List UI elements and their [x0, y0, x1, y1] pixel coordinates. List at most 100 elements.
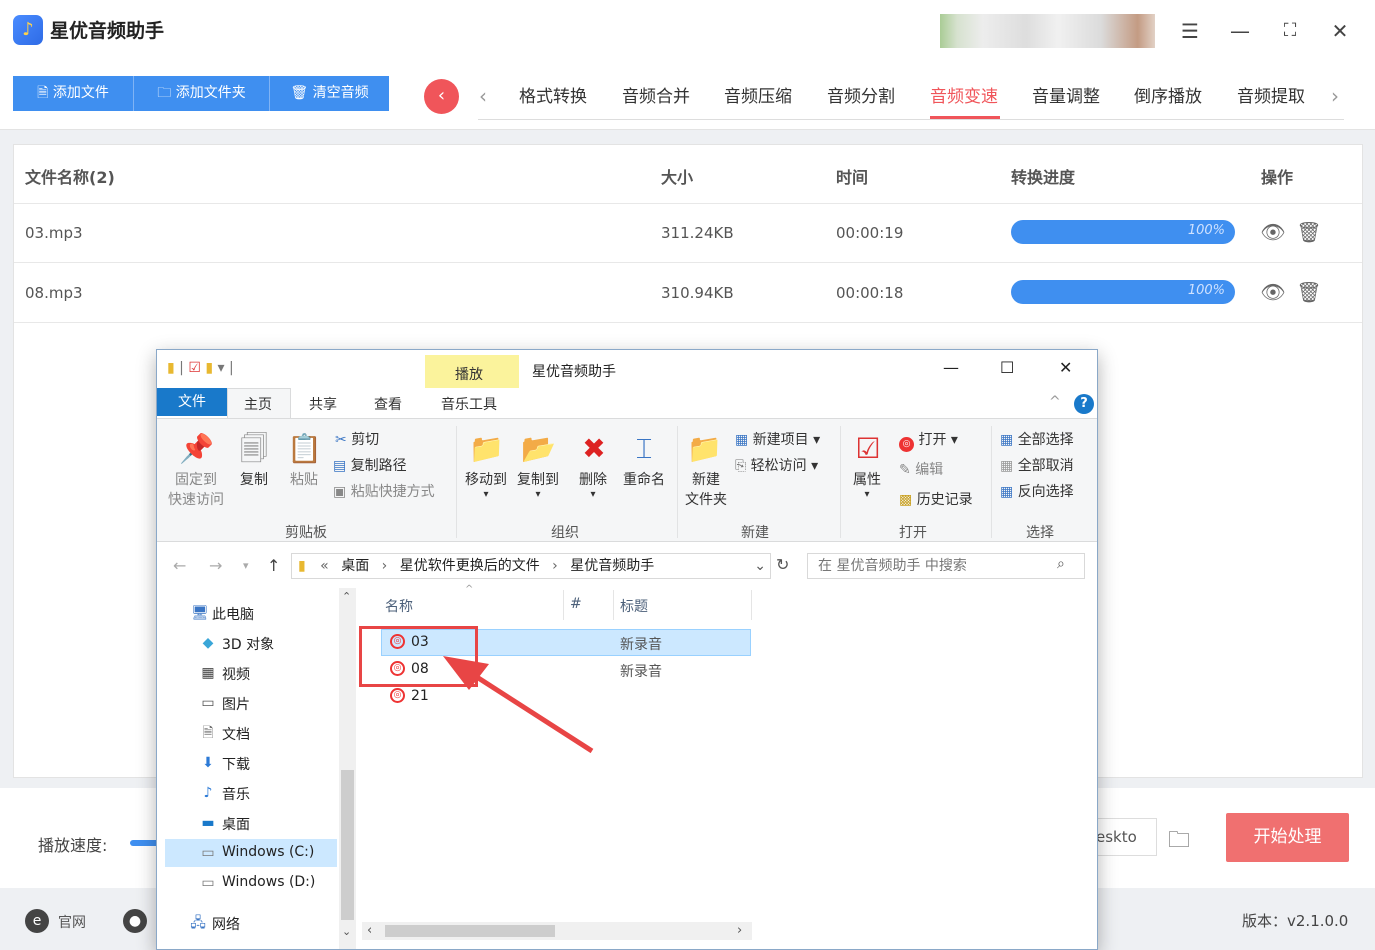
minimize-icon[interactable]: —	[1227, 18, 1253, 44]
scroll-right-icon[interactable]: ›	[737, 923, 742, 938]
preview-eye-icon[interactable]: 👁	[1260, 219, 1286, 245]
new-item-button[interactable]: ▦ 新建项目 ▾	[735, 429, 820, 449]
avatar[interactable]	[940, 14, 1155, 48]
tab-share[interactable]: 共享	[309, 394, 337, 414]
tab-format-convert[interactable]: 格式转换	[519, 82, 587, 107]
refresh-icon[interactable]: ↻	[776, 555, 789, 574]
horizontal-scrollbar-thumb[interactable]	[385, 925, 555, 937]
delete-trash-icon[interactable]: 🗑	[1296, 219, 1322, 245]
nav-scrollbar-thumb[interactable]	[341, 770, 354, 920]
nav-downloads[interactable]: 下载	[222, 754, 250, 774]
nav-pictures[interactable]: 图片	[222, 694, 250, 714]
tabs-scroll-left-icon[interactable]: ‹	[479, 84, 487, 108]
move-to-button[interactable]: 移动到 ▾	[461, 470, 511, 500]
up-arrow-icon[interactable]: ↑	[267, 556, 280, 575]
website-link[interactable]: 官网	[58, 912, 86, 932]
header-filename: 文件名称(2)	[25, 168, 115, 187]
start-button[interactable]: 开始处理	[1226, 813, 1349, 862]
tab-view[interactable]: 查看	[374, 394, 402, 414]
tab-audio-extract[interactable]: 音频提取	[1237, 82, 1305, 107]
help-icon[interactable]: ?	[1074, 394, 1094, 414]
settings-sliders-icon[interactable]: ☰	[1177, 18, 1203, 44]
website-icon[interactable]: e	[25, 909, 49, 933]
chevron-right-icon: ›	[552, 558, 558, 574]
scroll-up-icon[interactable]: ⌃	[342, 590, 351, 603]
nav-network[interactable]: 网络	[212, 914, 240, 934]
history-button[interactable]: ▩ 历史记录	[899, 489, 973, 509]
paste-shortcut-button[interactable]: ▣ 粘贴快捷方式	[333, 481, 435, 501]
address-bar[interactable]: ▮ « 桌面 › 星优软件更换后的文件 › 星优音频助手 ⌄	[291, 553, 771, 579]
breadcrumb-folder[interactable]: 星优软件更换后的文件	[400, 558, 540, 574]
close-icon[interactable]: ✕	[1327, 18, 1353, 44]
breadcrumb-current[interactable]: 星优音频助手	[570, 558, 654, 574]
easy-access-button[interactable]: ⎘ 轻松访问 ▾	[735, 455, 818, 475]
preview-eye-icon[interactable]: 👁	[1260, 279, 1286, 305]
scroll-left-icon[interactable]: ‹	[367, 923, 372, 938]
tab-audio-compress[interactable]: 音频压缩	[724, 82, 792, 107]
nav-3d-objects[interactable]: 3D 对象	[222, 634, 274, 654]
paste-button[interactable]: 粘贴	[287, 470, 321, 490]
tab-audio-speed[interactable]: 音频变速	[930, 82, 998, 107]
copy-path-button[interactable]: ▤ 复制路径	[333, 455, 407, 475]
back-arrow-button[interactable]: ‹	[424, 79, 459, 114]
edit-button[interactable]: ✎ 编辑	[899, 459, 943, 479]
nav-desktop[interactable]: 桌面	[222, 814, 250, 834]
nav-music[interactable]: 音乐	[222, 784, 250, 804]
file-name[interactable]: 21	[411, 688, 429, 704]
row-1-progress-bar: 100%	[1011, 220, 1235, 244]
delete-trash-icon[interactable]: 🗑	[1296, 279, 1322, 305]
quick-access-toolbar[interactable]: ▮ | ☑ ▮ ▾ |	[167, 360, 234, 376]
copy-button[interactable]: 复制	[237, 470, 271, 490]
nav-this-pc[interactable]: 此电脑	[212, 604, 254, 624]
chevron-down-icon[interactable]: ⌄	[754, 554, 766, 578]
select-all-button[interactable]: ▦ 全部选择	[1000, 429, 1074, 449]
invert-selection-button[interactable]: ▦ 反向选择	[1000, 481, 1074, 501]
close-icon[interactable]: ✕	[1059, 358, 1072, 377]
nav-videos[interactable]: 视频	[222, 664, 250, 684]
cut-button[interactable]: ✂ 剪切	[335, 429, 379, 449]
tab-volume-adjust[interactable]: 音量调整	[1032, 82, 1100, 107]
new-folder-button[interactable]: 新建 文件夹	[681, 470, 731, 510]
tab-home[interactable]: 主页	[244, 394, 272, 414]
video-icon: ▦	[201, 665, 215, 681]
column-name[interactable]: 名称	[385, 596, 413, 616]
recent-dropdown-icon[interactable]: ▾	[243, 559, 249, 572]
open-button[interactable]: ◎ 打开 ▾	[899, 429, 958, 452]
clear-audio-button[interactable]: 🗑 清空音频	[270, 76, 389, 111]
column-number[interactable]: #	[570, 596, 582, 612]
add-folder-button[interactable]: 🗀 添加文件夹	[134, 76, 269, 111]
delete-button[interactable]: 删除 ▾	[575, 470, 611, 500]
collapse-ribbon-icon[interactable]: ^	[1049, 394, 1061, 410]
tab-file[interactable]: 文件	[157, 388, 227, 416]
nav-drive-d[interactable]: Windows (D:)	[222, 874, 315, 890]
breadcrumb-desktop[interactable]: 桌面	[341, 558, 369, 574]
properties-button[interactable]: 属性 ▾	[847, 470, 887, 500]
rename-button[interactable]: 重命名	[619, 470, 669, 490]
context-tab-play[interactable]: 播放	[455, 364, 483, 384]
add-file-button[interactable]: 🗎 添加文件	[13, 76, 133, 111]
scroll-down-icon[interactable]: ⌄	[342, 925, 351, 938]
tab-audio-split[interactable]: 音频分割	[827, 82, 895, 107]
header-actions: 操作	[1261, 168, 1294, 187]
minimize-icon[interactable]: —	[943, 358, 959, 377]
forward-arrow-icon[interactable]: →	[209, 556, 222, 575]
chat-icon[interactable]: ●	[123, 909, 147, 933]
group-select: 选择	[1026, 525, 1054, 541]
search-input[interactable]: 在 星优音频助手 中搜索	[807, 553, 1085, 579]
select-none-button[interactable]: ▦ 全部取消	[1000, 455, 1074, 475]
search-icon[interactable]: ⌕	[1057, 556, 1065, 572]
header-progress: 转换进度	[1011, 168, 1076, 187]
maximize-icon[interactable]: ☐	[1000, 358, 1014, 377]
open-folder-icon[interactable]: 🗀	[1168, 823, 1190, 861]
column-title[interactable]: 标题	[620, 596, 648, 616]
back-arrow-icon[interactable]: ←	[173, 556, 186, 575]
tab-audio-merge[interactable]: 音频合并	[622, 82, 690, 107]
tab-music-tools[interactable]: 音乐工具	[441, 394, 497, 414]
nav-drive-c[interactable]: Windows (C:)	[222, 844, 314, 860]
tab-reverse-play[interactable]: 倒序播放	[1134, 82, 1202, 107]
fullscreen-icon[interactable]: ⛶	[1277, 18, 1303, 44]
tabs-scroll-right-icon[interactable]: ›	[1331, 84, 1339, 108]
nav-documents[interactable]: 文档	[222, 724, 250, 744]
pin-quick-access-button[interactable]: 固定到 快速访问	[163, 470, 229, 510]
copy-to-button[interactable]: 复制到 ▾	[513, 470, 563, 500]
